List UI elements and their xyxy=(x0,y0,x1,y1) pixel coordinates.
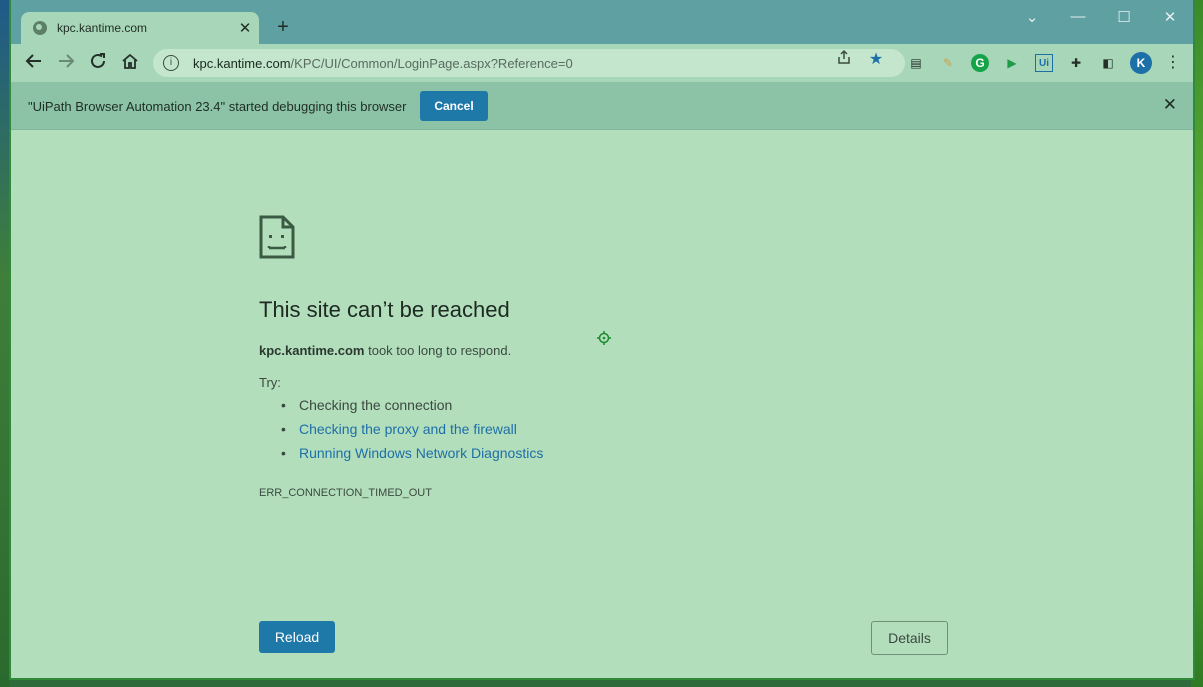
tab-strip: kpc.kantime.com ✕ + ⌄ — ☐ ✕ xyxy=(11,0,1193,44)
home-icon[interactable] xyxy=(119,52,141,75)
crosshair-cursor-icon xyxy=(597,331,611,345)
send-arrow-icon[interactable]: ▶ xyxy=(1003,54,1021,72)
infobar-close-icon[interactable]: ✕ xyxy=(1163,95,1177,115)
star-icon[interactable]: ★ xyxy=(865,49,887,69)
browser-window: kpc.kantime.com ✕ + ⌄ — ☐ ✕ i kpc.kantim… xyxy=(9,0,1195,680)
error-description: kpc.kantime.com took too long to respond… xyxy=(259,343,511,358)
tab-close-icon[interactable]: ✕ xyxy=(233,19,257,37)
infobar-message: "UiPath Browser Automation 23.4" started… xyxy=(28,99,407,114)
cancel-button[interactable]: Cancel xyxy=(420,91,488,121)
extension-script-icon[interactable]: ✎ xyxy=(939,54,957,72)
sad-document-icon xyxy=(259,215,295,259)
suggestion-network-diagnostics-link[interactable]: Running Windows Network Diagnostics xyxy=(281,445,543,461)
minimize-icon[interactable]: — xyxy=(1063,8,1093,25)
share-icon[interactable] xyxy=(833,49,855,70)
globe-icon xyxy=(33,21,47,35)
suggestion-check-proxy-link[interactable]: Checking the proxy and the firewall xyxy=(281,421,543,437)
tab-search-chevron-icon[interactable]: ⌄ xyxy=(1017,8,1047,26)
url-host: kpc.kantime.com xyxy=(193,55,291,71)
maximize-icon[interactable]: ☐ xyxy=(1109,8,1139,26)
reload-button[interactable]: Reload xyxy=(259,621,335,653)
url-text[interactable]: kpc.kantime.com/KPC/UI/Common/LoginPage.… xyxy=(193,56,573,71)
uipath-extension-icon[interactable]: Ui xyxy=(1035,54,1053,72)
forward-arrow-icon[interactable] xyxy=(55,52,77,75)
error-headline: This site can’t be reached xyxy=(259,297,510,322)
address-bar[interactable]: i kpc.kantime.com/KPC/UI/Common/LoginPag… xyxy=(153,49,905,77)
error-reason: took too long to respond. xyxy=(364,343,512,358)
kebab-menu-icon[interactable]: ⋮ xyxy=(1164,54,1182,72)
new-tab-button[interactable]: + xyxy=(273,16,293,39)
tab-active[interactable]: kpc.kantime.com ✕ xyxy=(21,12,259,44)
tab-title: kpc.kantime.com xyxy=(57,21,148,35)
toolbar: i kpc.kantime.com/KPC/UI/Common/LoginPag… xyxy=(11,44,1193,82)
try-label: Try: xyxy=(259,375,281,390)
grammarly-icon[interactable]: G xyxy=(971,54,989,72)
window-close-icon[interactable]: ✕ xyxy=(1155,8,1185,26)
suggestion-check-connection: Checking the connection xyxy=(281,397,543,413)
extension-doc-icon[interactable]: ▤ xyxy=(907,54,925,72)
info-icon[interactable]: i xyxy=(163,55,179,71)
error-page: This site can’t be reached kpc.kantime.c… xyxy=(11,131,1193,678)
error-host: kpc.kantime.com xyxy=(259,343,365,358)
error-code: ERR_CONNECTION_TIMED_OUT xyxy=(259,487,432,499)
suggestion-list: Checking the connection Checking the pro… xyxy=(281,397,543,469)
puzzle-extensions-icon[interactable]: ✚ xyxy=(1067,54,1085,72)
debugging-infobar: "UiPath Browser Automation 23.4" started… xyxy=(11,82,1193,130)
profile-avatar[interactable]: K xyxy=(1130,52,1152,74)
side-panel-icon[interactable]: ◧ xyxy=(1099,54,1117,72)
url-path: /KPC/UI/Common/LoginPage.aspx?Reference=… xyxy=(290,55,573,71)
details-button[interactable]: Details xyxy=(871,621,948,655)
desktop-background-left xyxy=(0,0,9,687)
back-arrow-icon[interactable] xyxy=(23,52,45,75)
reload-icon[interactable] xyxy=(87,52,109,75)
